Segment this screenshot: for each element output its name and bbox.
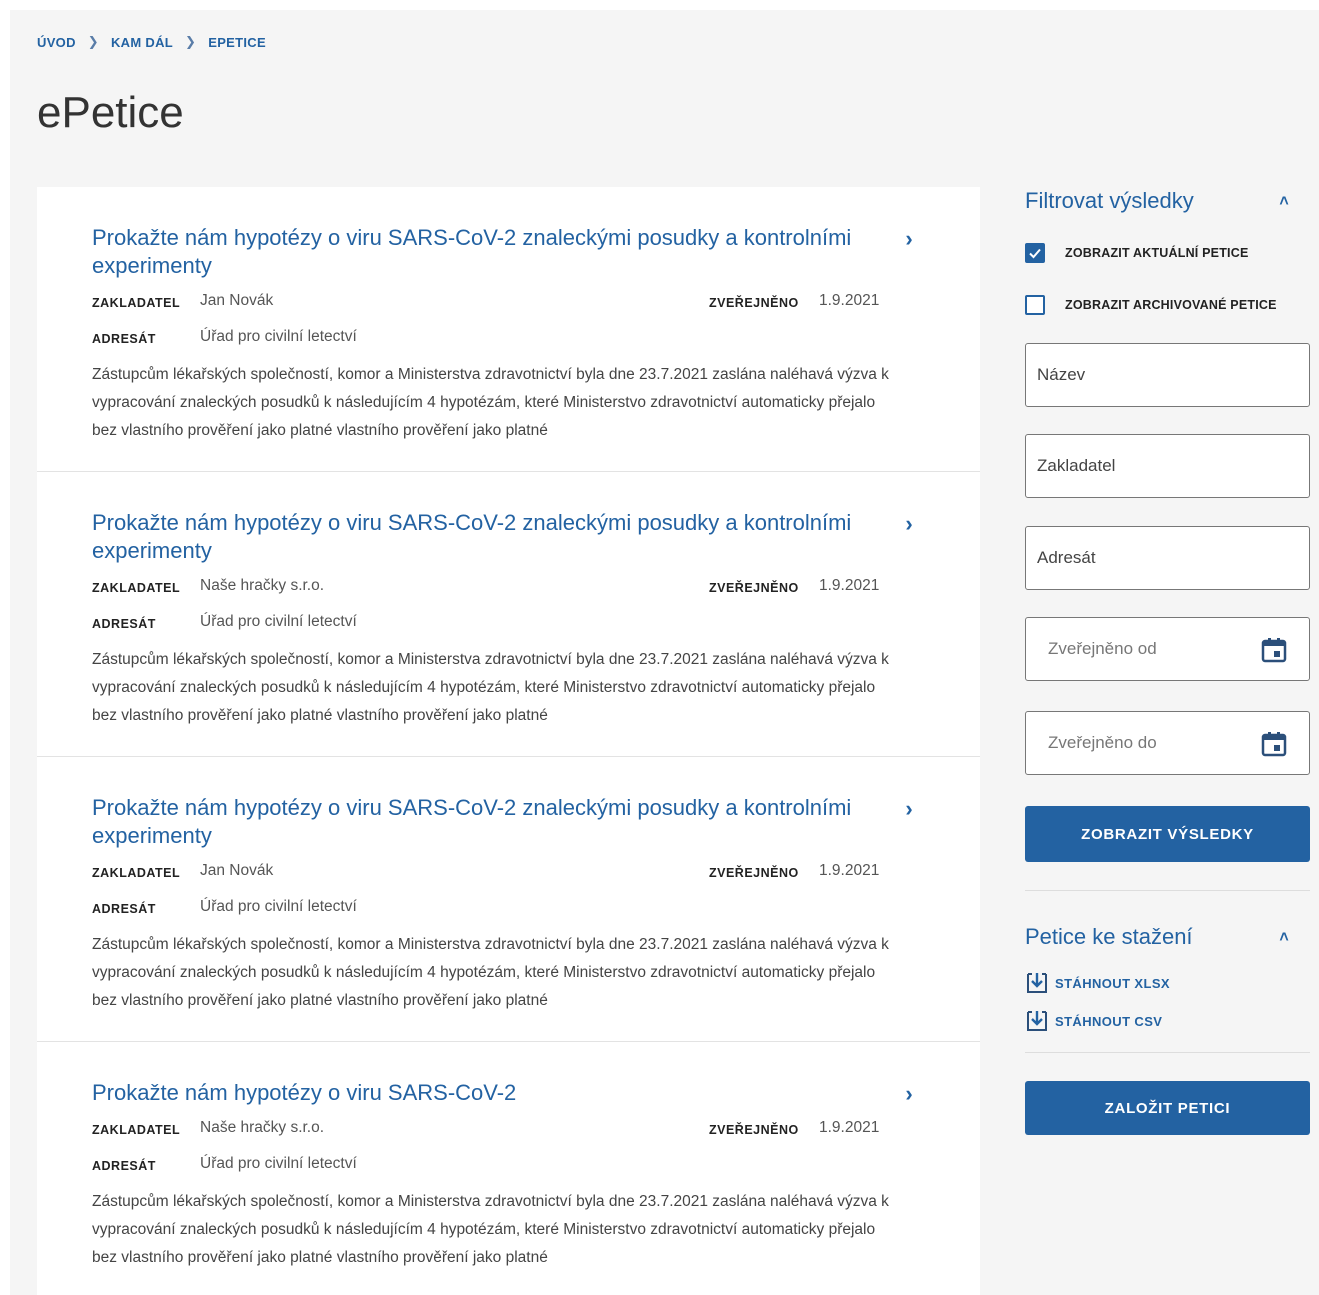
founder-label: ZAKLADATEL [92,296,181,310]
page-title: ePetice [37,88,184,137]
published-value: 1.9.2021 [819,862,880,879]
checkbox-label: ZOBRAZIT AKTUÁLNÍ PETICE [1065,246,1249,260]
divider [1025,890,1310,891]
chevron-up-icon[interactable]: ˄ [1272,929,1296,949]
breadcrumb-item-kam-dal[interactable]: KAM DÁL [111,35,173,50]
show-current-checkbox[interactable]: ZOBRAZIT AKTUÁLNÍ PETICE [1025,241,1249,265]
addressee-value: Úřad pro civilní letectví [200,1155,357,1172]
founder-value: Jan Novák [200,862,274,879]
chevron-right-icon[interactable]: › [899,1081,919,1106]
create-petition-button[interactable]: ZALOŽIT PETICI [1025,1081,1310,1135]
chevron-right-icon[interactable]: › [899,511,919,536]
petition-card[interactable]: Prokažte nám hypotézy o viru SARS-CoV-2 … [37,187,980,472]
published-to-placeholder: Zveřejněno do [1048,733,1157,752]
petition-title[interactable]: Prokažte nám hypotézy o viru SARS-CoV-2 … [92,224,892,280]
divider [1025,1052,1310,1053]
download-xlsx-label: STÁHNOUT XLSX [1055,975,1170,991]
breadcrumb-item-epetice[interactable]: EPETICE [208,35,266,50]
petition-card[interactable]: Prokažte nám hypotézy o viru SARS-CoV-2 … [37,1042,980,1295]
breadcrumb-item-home[interactable]: ÚVOD [37,35,76,50]
petition-description: Zástupcům lékařských společností, komor … [92,936,889,1009]
founder-value: Naše hračky s.r.o. [200,1119,325,1136]
chevron-right-icon[interactable]: › [899,226,919,251]
founder-label: ZAKLADATEL [92,1123,181,1137]
published-to-field[interactable]: Zveřejněno do [1025,711,1310,775]
addressee-value: Úřad pro civilní letectví [200,328,357,345]
addressee-placeholder: Adresát [1037,548,1096,567]
calendar-icon[interactable] [1261,731,1287,757]
download-icon [1027,973,1047,993]
page: ÚVOD ❯ KAM DÁL ❯ EPETICE ePetice Prokažt… [10,10,1319,1295]
download-csv-link[interactable]: STÁHNOUT CSV [1025,1009,1162,1033]
petition-title[interactable]: Prokažte nám hypotézy o viru SARS-CoV-2 … [92,794,892,850]
published-label: ZVEŘEJNĚNO [709,581,799,595]
download-icon [1027,1011,1047,1031]
chevron-right-icon: ❯ [185,34,197,49]
addressee-field[interactable]: Adresát [1025,526,1310,590]
published-value: 1.9.2021 [819,292,880,309]
chevron-right-icon: ❯ [87,34,99,49]
petition-list: Prokažte nám hypotézy o viru SARS-CoV-2 … [37,187,980,1295]
addressee-value: Úřad pro civilní letectví [200,613,357,630]
petition-description: Zástupcům lékařských společností, komor … [92,366,889,439]
published-from-field[interactable]: Zveřejněno od [1025,617,1310,681]
published-label: ZVEŘEJNĚNO [709,1123,799,1137]
published-value: 1.9.2021 [819,577,880,594]
founder-value: Naše hračky s.r.o. [200,577,325,594]
addressee-label: ADRESÁT [92,1159,156,1173]
chevron-up-icon[interactable]: ˄ [1272,193,1296,213]
petition-description: Zástupcům lékařských společností, komor … [92,651,889,724]
download-xlsx-link[interactable]: STÁHNOUT XLSX [1025,971,1170,995]
published-label: ZVEŘEJNĚNO [709,296,799,310]
show-archived-checkbox[interactable]: ZOBRAZIT ARCHIVOVANÉ PETICE [1025,293,1277,317]
show-results-button[interactable]: ZOBRAZIT VÝSLEDKY [1025,806,1310,862]
petition-card[interactable]: Prokažte nám hypotézy o viru SARS-CoV-2 … [37,472,980,757]
addressee-label: ADRESÁT [92,617,156,631]
addressee-value: Úřad pro civilní letectví [200,898,357,915]
published-from-placeholder: Zveřejněno od [1048,639,1157,658]
calendar-icon[interactable] [1261,637,1287,663]
downloads-title: Petice ke stažení [1025,924,1193,949]
chevron-right-icon[interactable]: › [899,796,919,821]
name-field[interactable]: Název [1025,343,1310,407]
addressee-label: ADRESÁT [92,902,156,916]
checkbox-unchecked[interactable] [1025,295,1045,315]
addressee-label: ADRESÁT [92,332,156,346]
founder-field[interactable]: Zakladatel [1025,434,1310,498]
petition-card[interactable]: Prokažte nám hypotézy o viru SARS-CoV-2 … [37,757,980,1042]
founder-label: ZAKLADATEL [92,581,181,595]
name-placeholder: Název [1037,365,1086,384]
download-csv-label: STÁHNOUT CSV [1055,1013,1163,1029]
founder-placeholder: Zakladatel [1037,456,1116,475]
published-value: 1.9.2021 [819,1119,880,1136]
checkmark-icon [1029,248,1041,259]
published-label: ZVEŘEJNĚNO [709,866,799,880]
petition-title[interactable]: Prokažte nám hypotézy o viru SARS-CoV-2 … [92,509,892,565]
filter-title: Filtrovat výsledky [1025,188,1194,213]
checkbox-checked[interactable] [1025,243,1045,263]
petition-description: Zástupcům lékařských společností, komor … [92,1193,889,1266]
petition-title[interactable]: Prokažte nám hypotézy o viru SARS-CoV-2 [92,1079,892,1107]
checkbox-label: ZOBRAZIT ARCHIVOVANÉ PETICE [1065,298,1277,312]
founder-label: ZAKLADATEL [92,866,181,880]
breadcrumb: ÚVOD ❯ KAM DÁL ❯ EPETICE [37,34,266,50]
founder-value: Jan Novák [200,292,274,309]
